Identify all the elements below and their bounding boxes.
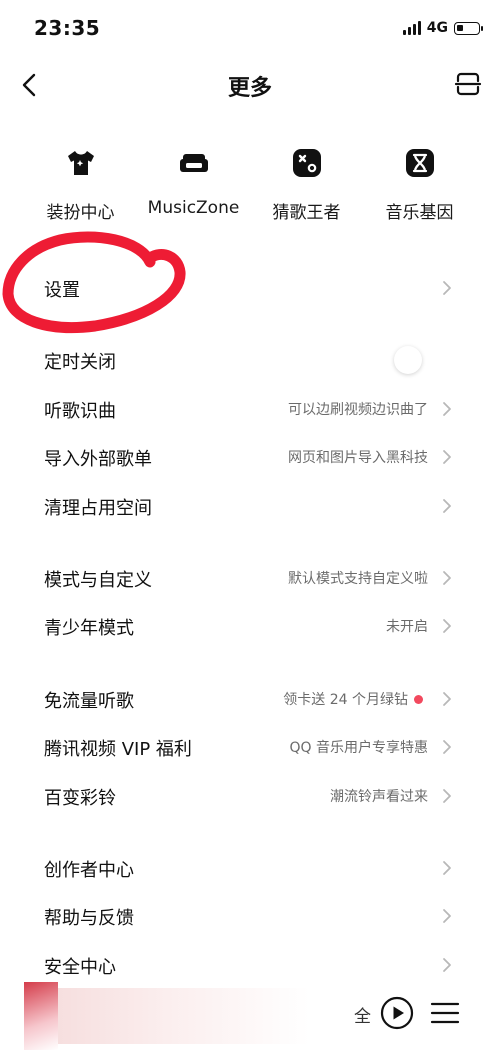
track-title: 全 bbox=[354, 1007, 371, 1027]
signal-icon bbox=[402, 21, 421, 35]
chevron-right-icon bbox=[443, 499, 451, 513]
quick-entry-music-gene[interactable]: 音乐基因 bbox=[357, 140, 482, 223]
menu-row-teen-mode[interactable]: 青少年模式 未开启 bbox=[0, 602, 500, 650]
row-label: 免流量听歌 bbox=[44, 691, 134, 712]
row-label: 腾讯视频 VIP 福利 bbox=[44, 739, 192, 760]
network-label: 4G bbox=[426, 20, 448, 36]
album-cover[interactable] bbox=[24, 982, 58, 1050]
quick-entry-label: 装扮中心 bbox=[46, 203, 115, 223]
quick-entry-grid: 装扮中心 MusicZone 猜歌王者 音乐基因 bbox=[0, 140, 500, 230]
row-label: 模式与自定义 bbox=[44, 570, 152, 591]
quick-entry-label: 猜歌王者 bbox=[272, 203, 341, 223]
page-title: 更多 bbox=[227, 76, 272, 101]
row-label: 创作者中心 bbox=[44, 860, 134, 881]
toggle-knob bbox=[394, 346, 422, 374]
chevron-right-icon bbox=[443, 402, 451, 416]
chevron-right-icon bbox=[443, 571, 451, 585]
chevron-right-icon bbox=[443, 861, 451, 875]
row-label: 定时关闭 bbox=[44, 352, 116, 373]
menu-row-import-playlist[interactable]: 导入外部歌单 网页和图片导入黑科技 bbox=[0, 433, 500, 481]
notification-dot bbox=[414, 695, 423, 704]
row-label: 导入外部歌单 bbox=[44, 449, 152, 470]
row-label: 听歌识曲 bbox=[44, 401, 116, 422]
row-label: 青少年模式 bbox=[44, 618, 134, 639]
scan-icon[interactable] bbox=[454, 70, 482, 98]
chevron-right-icon bbox=[443, 789, 451, 803]
quick-entry-label: 音乐基因 bbox=[385, 203, 454, 223]
chevron-right-icon bbox=[443, 281, 451, 295]
mini-player[interactable]: 全 bbox=[24, 982, 500, 1050]
sleep-timer-toggle[interactable] bbox=[394, 346, 442, 374]
quick-entry-musiczone[interactable]: MusicZone bbox=[131, 140, 256, 218]
battery-icon bbox=[454, 21, 483, 35]
menu-row-security-center[interactable]: 安全中心 bbox=[0, 941, 500, 989]
row-label: 设置 bbox=[44, 280, 80, 301]
status-indicators: 4G bbox=[402, 20, 483, 36]
row-value: QQ 音乐用户专享特惠 bbox=[289, 740, 429, 756]
quick-entry-label: MusicZone bbox=[147, 198, 240, 218]
chevron-right-icon bbox=[443, 450, 451, 464]
row-label: 帮助与反馈 bbox=[44, 908, 134, 929]
tshirt-icon bbox=[67, 151, 94, 175]
row-value: 领卡送 24 个月绿钻 bbox=[283, 692, 408, 708]
menu-row-creator-center[interactable]: 创作者中心 bbox=[0, 844, 500, 892]
menu-row-mode-custom[interactable]: 模式与自定义 默认模式支持自定义啦 bbox=[0, 554, 500, 602]
menu-row-ringtone[interactable]: 百变彩铃 潮流铃声看过来 bbox=[0, 772, 500, 820]
play-icon[interactable] bbox=[380, 996, 414, 1030]
chevron-right-icon bbox=[443, 909, 451, 923]
chevron-right-icon bbox=[443, 619, 451, 633]
row-label: 清理占用空间 bbox=[44, 498, 152, 519]
dna-icon bbox=[405, 149, 434, 177]
player-background bbox=[24, 988, 500, 1044]
row-value: 默认模式支持自定义啦 bbox=[288, 571, 428, 587]
status-bar: 23:35 4G bbox=[0, 0, 500, 60]
row-value: 可以边刷视频边识曲了 bbox=[288, 402, 428, 418]
status-time: 23:35 bbox=[34, 16, 101, 40]
chevron-right-icon bbox=[443, 692, 451, 706]
menu-row-help-feedback[interactable]: 帮助与反馈 bbox=[0, 892, 500, 940]
quick-entry-guess-song[interactable]: 猜歌王者 bbox=[244, 140, 369, 223]
quick-entry-dress-center[interactable]: 装扮中心 bbox=[18, 140, 143, 223]
chevron-right-icon bbox=[443, 740, 451, 754]
menu-row-sleep-timer[interactable]: 定时关闭 bbox=[0, 336, 500, 384]
menu-row-clear-storage[interactable]: 清理占用空间 bbox=[0, 482, 500, 530]
game-tile-icon bbox=[292, 149, 321, 177]
row-value: 未开启 bbox=[386, 619, 428, 635]
menu-row-song-recognition[interactable]: 听歌识曲 可以边刷视频边识曲了 bbox=[0, 385, 500, 433]
playlist-icon[interactable] bbox=[430, 1000, 460, 1026]
row-label: 安全中心 bbox=[44, 957, 116, 978]
header: 更多 bbox=[0, 60, 500, 110]
row-label: 百变彩铃 bbox=[44, 788, 116, 809]
menu-row-free-data[interactable]: 免流量听歌 领卡送 24 个月绿钻 bbox=[0, 675, 500, 723]
row-value: 网页和图片导入黑科技 bbox=[288, 450, 428, 466]
menu-row-settings[interactable]: 设置 bbox=[0, 264, 500, 312]
sofa-icon bbox=[179, 154, 208, 172]
chevron-right-icon bbox=[443, 958, 451, 972]
menu-row-tencent-video-vip[interactable]: 腾讯视频 VIP 福利 QQ 音乐用户专享特惠 bbox=[0, 723, 500, 771]
row-value: 潮流铃声看过来 bbox=[330, 789, 428, 805]
